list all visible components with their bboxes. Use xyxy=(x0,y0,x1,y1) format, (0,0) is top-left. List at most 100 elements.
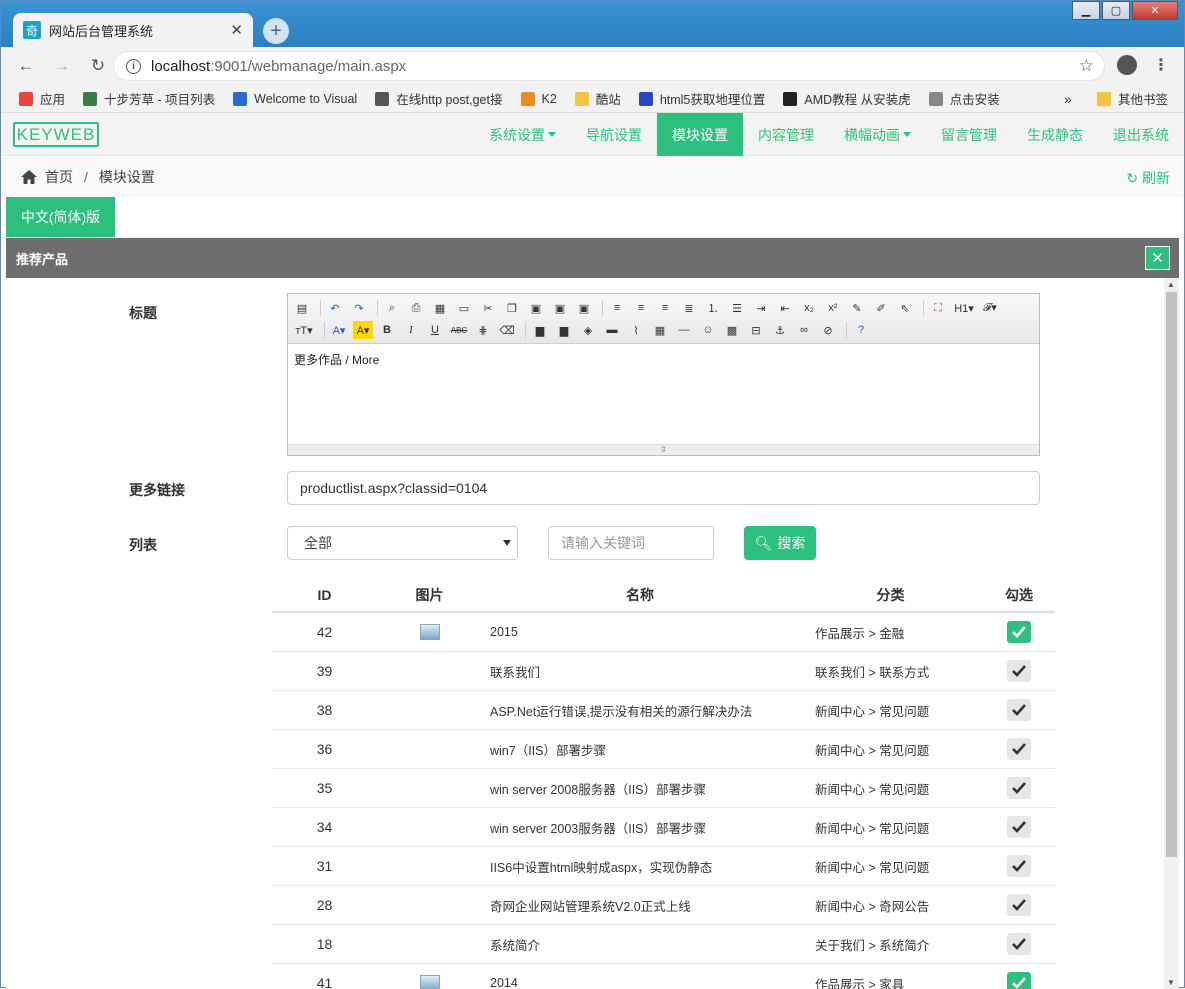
page-break-icon[interactable]: ⊟ xyxy=(746,321,766,339)
nav-item[interactable]: 导航设置 xyxy=(571,113,657,156)
nav-item[interactable]: 横幅动画 xyxy=(829,113,926,156)
bookmark-item[interactable]: Welcome to Visual xyxy=(233,92,357,106)
category-select[interactable]: 全部 xyxy=(287,526,518,560)
heading-dropdown-icon[interactable]: H1▾ xyxy=(952,299,976,317)
row-checkbox[interactable] xyxy=(1007,660,1031,682)
scrollbar-thumb[interactable] xyxy=(1166,292,1177,857)
paste-word-icon[interactable]: ▣ xyxy=(574,299,594,317)
eraser-icon[interactable]: ⌫ xyxy=(497,321,517,339)
row-checkbox[interactable] xyxy=(1007,699,1031,721)
keyweb-logo[interactable]: KEYWEB xyxy=(13,122,99,147)
multi-image-icon[interactable]: ▆ xyxy=(554,321,574,339)
search-button[interactable]: 🔍︎搜索 xyxy=(744,526,816,560)
maximize-button[interactable]: ▢ xyxy=(1102,1,1130,20)
address-bar[interactable]: i localhost:9001/webmanage/main.aspx ☆ xyxy=(113,51,1105,81)
paste-text-icon[interactable]: ▣ xyxy=(550,299,570,317)
browser-menu-icon[interactable]: ⋮ xyxy=(1153,55,1169,75)
font-family-icon[interactable]: 𝓕▾ xyxy=(980,299,1000,317)
row-checkbox[interactable] xyxy=(1007,933,1031,955)
row-checkbox[interactable] xyxy=(1007,972,1031,989)
back-arrow-icon[interactable]: ← xyxy=(15,56,37,76)
scrollbar[interactable]: ▲ ▼ xyxy=(1164,278,1179,989)
tab-close-icon[interactable]: ✕ xyxy=(230,21,243,39)
cut-icon[interactable]: ✂ xyxy=(478,299,498,317)
editor-resize-handle[interactable]: ⇕ xyxy=(288,444,1039,455)
row-checkbox[interactable] xyxy=(1007,621,1031,643)
language-tab-zh-cn[interactable]: 中文(简体)版 xyxy=(6,197,115,237)
justify-icon[interactable]: ≣ xyxy=(679,299,699,317)
scroll-up-icon[interactable]: ▲ xyxy=(1167,280,1175,289)
paste-icon[interactable]: ▣ xyxy=(526,299,546,317)
preview-icon[interactable]: ⌕ xyxy=(382,299,402,317)
editor-content[interactable]: 更多作品 / More xyxy=(288,344,1039,444)
print-icon[interactable]: ⎙ xyxy=(406,299,426,317)
bookmark-item[interactable]: 在线http post,get接 xyxy=(375,89,502,108)
align-center-icon[interactable]: ≡ xyxy=(631,299,651,317)
strikethrough-icon[interactable]: ABC xyxy=(449,321,469,339)
panel-close-button[interactable]: ✕ xyxy=(1145,246,1170,270)
nav-item[interactable]: 留言管理 xyxy=(926,113,1012,156)
source-icon[interactable]: ▤ xyxy=(292,299,312,317)
keyword-input[interactable]: 请输入关键词 xyxy=(548,526,714,560)
highlight-icon[interactable]: A▾ xyxy=(353,321,373,339)
fullscreen-icon[interactable]: ⛶ xyxy=(928,299,948,317)
row-checkbox[interactable] xyxy=(1007,855,1031,877)
bookmark-item[interactable]: html5获取地理位置 xyxy=(639,89,766,108)
browser-tab[interactable]: 奇 网站后台管理系统 ✕ xyxy=(13,13,253,47)
emoticon-icon[interactable]: ☺ xyxy=(698,321,718,339)
nav-item[interactable]: 退出系统 xyxy=(1098,113,1184,156)
ordered-list-icon[interactable]: ⒈ xyxy=(703,299,723,317)
more-link-input[interactable]: productlist.aspx?classid=0104 xyxy=(287,471,1040,505)
table-icon[interactable]: ▦ xyxy=(650,321,670,339)
row-checkbox[interactable] xyxy=(1007,816,1031,838)
account-avatar-icon[interactable] xyxy=(1117,55,1137,75)
info-icon[interactable]: i xyxy=(126,59,141,74)
nav-item[interactable]: 生成静态 xyxy=(1012,113,1098,156)
bookmark-item[interactable]: K2 xyxy=(521,92,557,106)
underline-icon[interactable]: U xyxy=(425,321,445,339)
help-icon[interactable]: ? xyxy=(851,321,871,339)
window-close-button[interactable]: ✕ xyxy=(1132,1,1178,20)
indent-icon[interactable]: ⇥ xyxy=(751,299,771,317)
subscript-icon[interactable]: x₂ xyxy=(799,299,819,317)
reload-icon[interactable]: ↻ xyxy=(87,56,109,76)
copy-icon[interactable]: ❐ xyxy=(502,299,522,317)
nav-item[interactable]: 模块设置 xyxy=(657,113,743,156)
redo-icon[interactable]: ↷ xyxy=(349,299,369,317)
italic-icon[interactable]: I xyxy=(401,321,421,339)
bookmark-item[interactable]: AMD教程 从安装虎 xyxy=(783,89,910,108)
bookmarks-more-button[interactable]: » xyxy=(1064,91,1072,107)
line-height-icon[interactable]: ⋕ xyxy=(473,321,493,339)
hr-icon[interactable]: — xyxy=(674,321,694,339)
clear-format-icon[interactable]: ✎ xyxy=(847,299,867,317)
row-checkbox[interactable] xyxy=(1007,777,1031,799)
align-right-icon[interactable]: ≡ xyxy=(655,299,675,317)
code-icon[interactable]: ▭ xyxy=(454,299,474,317)
superscript-icon[interactable]: x² xyxy=(823,299,843,317)
align-left-icon[interactable]: ≡ xyxy=(607,299,627,317)
new-tab-button[interactable]: + xyxy=(263,18,289,44)
breadcrumb-home[interactable]: 首页 xyxy=(45,167,73,187)
forward-arrow-icon[interactable]: → xyxy=(51,56,73,76)
pointer-icon[interactable]: ⇖ xyxy=(895,299,915,317)
font-color-icon[interactable]: A▾ xyxy=(329,321,349,339)
insert-image-icon[interactable]: ▆ xyxy=(530,321,550,339)
select-all-icon[interactable]: ✐ xyxy=(871,299,891,317)
link-icon[interactable]: ∞ xyxy=(794,321,814,339)
bold-icon[interactable]: B xyxy=(377,321,397,339)
nav-item[interactable]: 系统设置 xyxy=(474,113,571,156)
bookmark-item[interactable]: 点击安装 xyxy=(929,89,1000,108)
font-size-icon[interactable]: тT▾ xyxy=(292,321,316,339)
media-icon[interactable]: ▬ xyxy=(602,321,622,339)
bookmark-item[interactable]: 应用 xyxy=(19,89,65,108)
attachment-icon[interactable]: ⌇ xyxy=(626,321,646,339)
bookmark-item[interactable]: 十步芳草 - 项目列表 xyxy=(83,89,215,108)
scroll-down-icon[interactable]: ▼ xyxy=(1167,978,1175,987)
flash-icon[interactable]: ◈ xyxy=(578,321,598,339)
undo-icon[interactable]: ↶ xyxy=(325,299,345,317)
refresh-button[interactable]: ↻ 刷新 xyxy=(1126,168,1170,188)
row-checkbox[interactable] xyxy=(1007,894,1031,916)
minimize-button[interactable]: ▁ xyxy=(1072,1,1100,20)
anchor-icon[interactable]: ⚓ xyxy=(770,321,790,339)
unlink-icon[interactable]: ⊘ xyxy=(818,321,838,339)
